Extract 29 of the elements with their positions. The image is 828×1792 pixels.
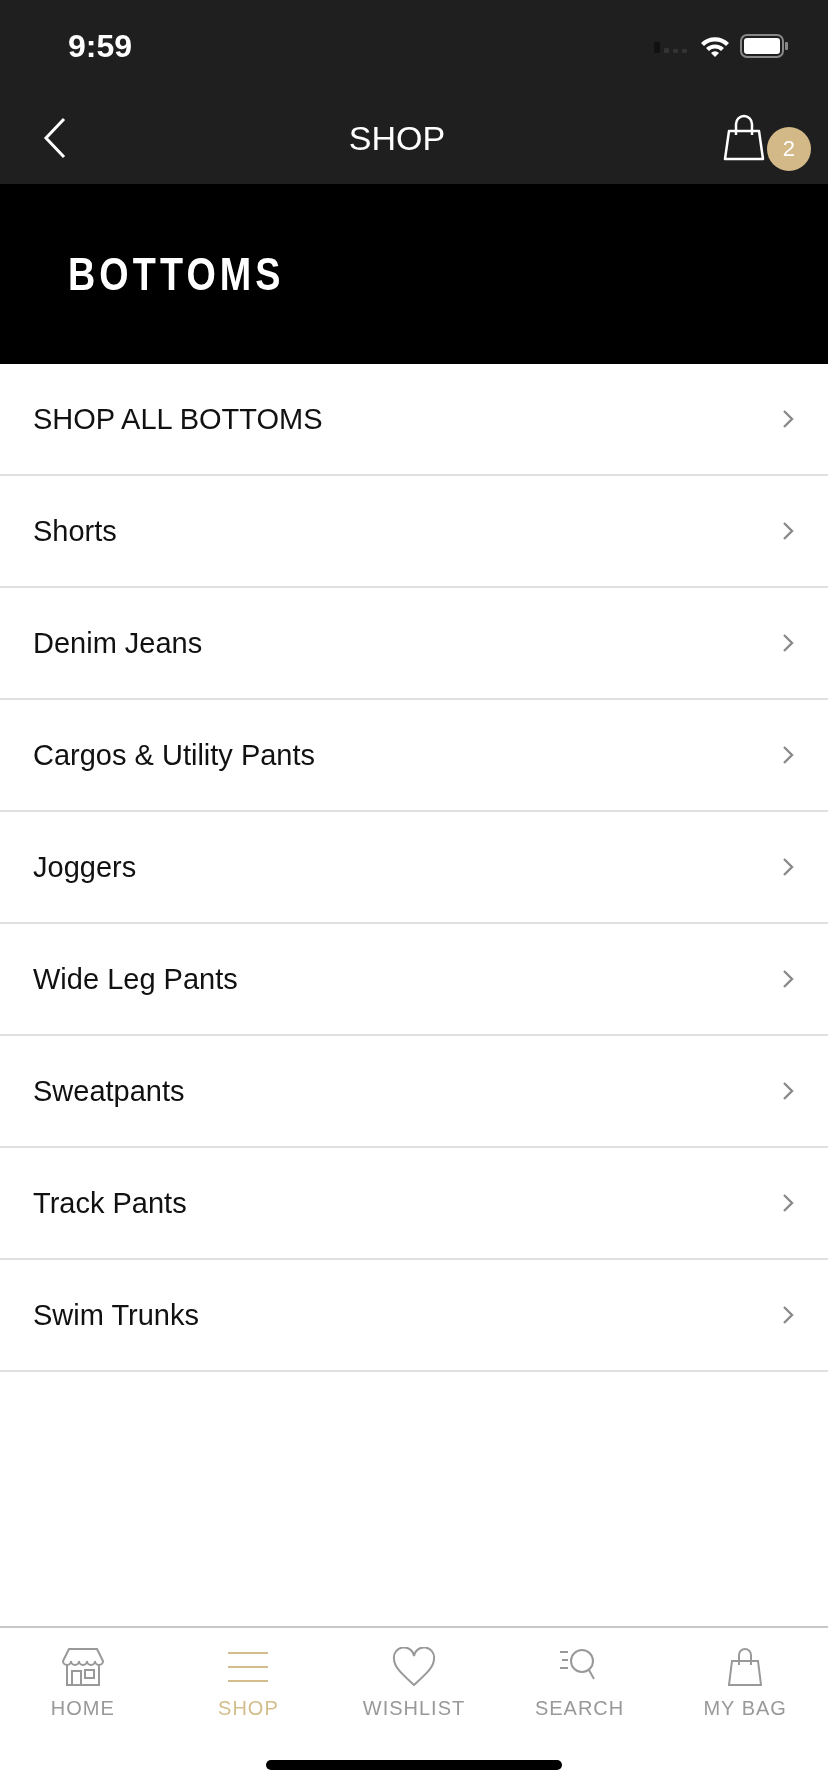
storefront-icon [60, 1646, 105, 1687]
shopping-bag-icon[interactable] [722, 113, 766, 161]
chevron-icon [782, 1305, 794, 1325]
chevron-icon [782, 857, 794, 877]
heart-icon [392, 1646, 436, 1687]
signal-icon [654, 39, 690, 53]
battery-icon [740, 34, 788, 58]
category-row[interactable]: Track Pants [0, 1148, 828, 1260]
category-row[interactable]: Wide Leg Pants [0, 924, 828, 1036]
page-title: SHOP [348, 118, 446, 158]
chevron-icon [782, 1193, 794, 1213]
category-row[interactable]: Shorts [0, 476, 828, 588]
wifi-icon [700, 35, 730, 57]
chevron-icon [782, 521, 794, 541]
category-row[interactable]: Sweatpants [0, 1036, 828, 1148]
category-row[interactable]: SHOP ALL BOTTOMS [0, 364, 828, 476]
chevron-icon [782, 633, 794, 653]
chevron-icon [782, 409, 794, 429]
back-icon[interactable] [42, 116, 68, 160]
chevron-icon [782, 969, 794, 989]
bag-count-badge: 2 [767, 127, 811, 171]
banner-title: BOTTOMS [68, 247, 285, 301]
chevron-icon [782, 745, 794, 765]
category-row[interactable]: Joggers [0, 812, 828, 924]
chevron-icon [782, 1081, 794, 1101]
category-row[interactable]: Cargos & Utility Pants [0, 700, 828, 812]
category-row[interactable]: Denim Jeans [0, 588, 828, 700]
status-time: 9:59 [68, 27, 133, 65]
category-row[interactable]: Swim Trunks [0, 1260, 828, 1372]
